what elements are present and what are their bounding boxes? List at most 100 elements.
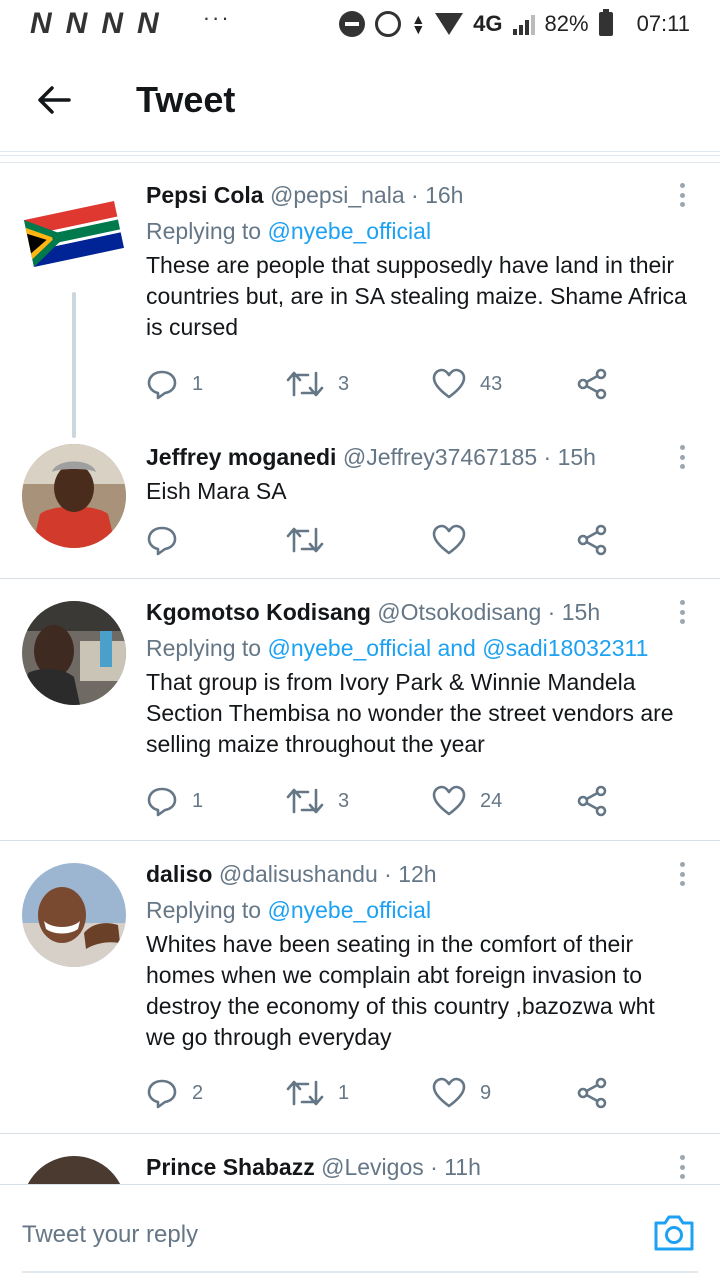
reply-count: 2 bbox=[192, 1081, 204, 1104]
like-button[interactable]: 24 bbox=[432, 781, 502, 821]
more-options-button[interactable] bbox=[672, 597, 692, 627]
tweet-text: Eish Mara SA bbox=[146, 478, 287, 504]
tweet-time: 16h bbox=[425, 182, 464, 208]
meta-separator: · bbox=[384, 861, 392, 887]
more-options-button[interactable] bbox=[672, 442, 692, 472]
like-count: 9 bbox=[480, 1081, 492, 1104]
retweet-button[interactable] bbox=[286, 520, 338, 560]
tweet-body: Kgomotso Kodisang @Otsokodisang · 15h Re… bbox=[146, 597, 690, 760]
author-name[interactable]: Jeffrey moganedi bbox=[146, 444, 336, 470]
more-options-button[interactable] bbox=[672, 1152, 692, 1182]
mention-link[interactable]: @nyebe_official bbox=[267, 218, 431, 244]
meta-separator: · bbox=[411, 182, 419, 208]
avatar[interactable] bbox=[22, 601, 126, 705]
replying-prefix: Replying to bbox=[146, 635, 262, 661]
share-button[interactable] bbox=[576, 520, 608, 560]
like-button[interactable] bbox=[432, 520, 480, 560]
tweet-text: Whites have been seating in the comfort … bbox=[146, 931, 655, 1050]
page-title: Tweet bbox=[136, 78, 236, 120]
like-button[interactable]: 9 bbox=[432, 1073, 491, 1113]
tweet[interactable]: Kgomotso Kodisang @Otsokodisang · 15h Re… bbox=[0, 579, 720, 839]
share-icon bbox=[577, 1077, 607, 1109]
reply-button[interactable]: 1 bbox=[146, 364, 203, 404]
avatar[interactable] bbox=[22, 863, 126, 967]
retweet-count: 1 bbox=[338, 1081, 350, 1104]
notification-icon: N bbox=[137, 7, 159, 40]
meta-separator: · bbox=[543, 444, 552, 470]
author-handle[interactable]: @Jeffrey37467185 bbox=[343, 444, 537, 470]
reply-button[interactable]: 1 bbox=[146, 781, 203, 821]
author-handle[interactable]: @Otsokodisang bbox=[377, 599, 541, 625]
like-count: 24 bbox=[480, 789, 503, 812]
author-handle[interactable]: @dalisushandu bbox=[219, 861, 378, 887]
tweet[interactable]: Pepsi Cola @pepsi_nala · 16h Replying to… bbox=[0, 172, 720, 438]
mention-link[interactable]: @nyebe_official bbox=[267, 897, 431, 923]
flag-avatar-image bbox=[24, 200, 124, 268]
author-handle[interactable]: @pepsi_nala bbox=[270, 182, 405, 208]
tweet-header: Pepsi Cola @pepsi_nala · 16h bbox=[146, 180, 690, 210]
replying-to: Replying to @nyebe_official and @sadi180… bbox=[146, 633, 690, 663]
tweet[interactable]: Prince Shabazz @Levigos · 11h bbox=[0, 1134, 720, 1184]
tweet-time: 15h bbox=[561, 599, 601, 625]
mention-link[interactable]: @nyebe_official bbox=[267, 635, 431, 661]
status-indicators: ▲ ▼ 4G 82% 07:11 bbox=[339, 9, 690, 37]
share-button[interactable] bbox=[576, 781, 608, 821]
replying-to: Replying to @nyebe_official bbox=[146, 216, 690, 246]
author-name[interactable]: daliso bbox=[146, 861, 212, 887]
replying-prefix: Replying to bbox=[146, 218, 262, 244]
meta-separator: · bbox=[430, 1154, 438, 1180]
tweet-body: Pepsi Cola @pepsi_nala · 16h Replying to… bbox=[146, 180, 690, 343]
author-name[interactable]: Prince Shabazz bbox=[146, 1154, 315, 1180]
tweet-actions: 1 3 43 bbox=[146, 364, 626, 404]
status-bar: N N N N ··· ▲ ▼ 4G 82% 07:11 bbox=[0, 0, 720, 48]
input-underline bbox=[22, 1271, 698, 1273]
camera-button[interactable] bbox=[652, 1213, 696, 1253]
alarm-icon bbox=[375, 11, 402, 37]
reply-icon bbox=[147, 526, 177, 556]
tweet-body: daliso @dalisushandu · 12h Replying to @… bbox=[146, 859, 690, 1053]
header-divider bbox=[0, 155, 720, 163]
arrow-left-icon bbox=[38, 85, 71, 114]
share-button[interactable] bbox=[576, 1073, 608, 1113]
notification-icon: N bbox=[101, 7, 124, 40]
mention-link[interactable]: @sadi18032311 bbox=[482, 635, 648, 661]
author-name[interactable]: Kgomotso Kodisang bbox=[146, 599, 371, 625]
share-button[interactable] bbox=[576, 364, 608, 404]
retweet-icon bbox=[286, 527, 324, 553]
more-options-button[interactable] bbox=[672, 859, 692, 889]
author-handle[interactable]: @Levigos bbox=[321, 1154, 424, 1180]
more-options-button[interactable] bbox=[672, 180, 692, 210]
retweet-button[interactable]: 3 bbox=[286, 781, 349, 821]
tweet-actions: 2 1 9 bbox=[146, 1073, 626, 1113]
tweet-actions: 1 3 24 bbox=[146, 781, 626, 821]
avatar-image bbox=[22, 444, 126, 548]
battery-icon bbox=[598, 9, 613, 36]
reply-input[interactable] bbox=[22, 1215, 622, 1255]
notification-icons: N N N N bbox=[30, 7, 159, 41]
share-icon bbox=[577, 524, 607, 556]
tweet[interactable]: Jeffrey moganedi @Jeffrey37467185 · 15h … bbox=[0, 432, 720, 578]
mention-joiner[interactable]: and bbox=[437, 635, 475, 661]
tweet[interactable]: daliso @dalisushandu · 12h Replying to @… bbox=[0, 841, 720, 1133]
meta-separator: · bbox=[547, 599, 556, 625]
avatar[interactable] bbox=[22, 444, 126, 548]
share-icon bbox=[577, 368, 607, 400]
heart-icon bbox=[432, 524, 466, 555]
reply-button[interactable]: 2 bbox=[146, 1073, 203, 1113]
retweet-button[interactable]: 3 bbox=[286, 364, 349, 404]
reply-button[interactable] bbox=[146, 520, 192, 560]
heart-icon bbox=[432, 368, 466, 399]
like-count: 43 bbox=[480, 372, 503, 395]
avatar[interactable] bbox=[22, 182, 126, 286]
tweet-time: 11h bbox=[444, 1154, 481, 1180]
avatar[interactable] bbox=[22, 1156, 126, 1184]
reply-icon bbox=[147, 1079, 177, 1109]
do-not-disturb-icon bbox=[339, 11, 366, 37]
avatar-image bbox=[22, 601, 126, 705]
author-name[interactable]: Pepsi Cola bbox=[146, 182, 264, 208]
camera-icon bbox=[654, 1215, 694, 1251]
like-button[interactable]: 43 bbox=[432, 364, 502, 404]
avatar-image bbox=[22, 863, 126, 967]
back-button[interactable] bbox=[24, 70, 84, 130]
retweet-button[interactable]: 1 bbox=[286, 1073, 349, 1113]
